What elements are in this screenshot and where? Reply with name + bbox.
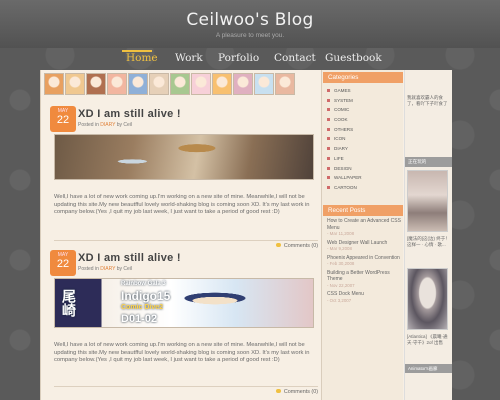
by-label: by [116, 266, 123, 272]
recent-post-date: - Nov 22,2007 [327, 282, 355, 288]
nav-work[interactable]: Work [175, 52, 203, 64]
comments-link[interactable]: Comments (0) [276, 389, 318, 395]
avatar-strip [44, 73, 295, 95]
game-image-2[interactable] [407, 268, 448, 330]
animator-gallery-heading: Animator's画廊 [405, 364, 452, 373]
recent-posts-heading: Recent Posts [323, 205, 403, 216]
avatar-thumbnail[interactable] [128, 73, 148, 95]
game-caption-1[interactable]: [魔法的]这(边) 终于！这样一 · 心情 · 歌... [407, 236, 450, 248]
posted-in-label: Posted in [78, 266, 99, 272]
avatar-thumbnail[interactable] [275, 73, 295, 95]
recent-post-item: CSS Dock Menu - Oct 3,2007 [327, 291, 401, 303]
by-label: by [116, 122, 123, 128]
category-link[interactable]: DESIGN [327, 164, 401, 174]
image-text-code: D01-02 [121, 313, 158, 325]
posted-in-label: Posted in [78, 122, 99, 128]
image-text-big: Indigo15 [121, 289, 171, 303]
category-link[interactable]: COMIC [327, 105, 401, 115]
date-badge: MAY 22 [50, 250, 76, 276]
category-link[interactable]: DIARY [327, 144, 401, 154]
avatar-thumbnail[interactable] [170, 73, 190, 95]
avatar-thumbnail[interactable] [149, 73, 169, 95]
category-link[interactable]: WALLPAPER [327, 173, 401, 183]
post-image[interactable] [54, 134, 314, 180]
site-header: Ceilwoo's Blog A pleasure to meet you. [0, 0, 500, 48]
recent-post-item: Web Designer Wall Launch - Mar 9,2008 [327, 240, 401, 252]
sidebar2-top-text: 我就喜欢霸人的食了，看吖下子吖食了 [407, 95, 448, 106]
post-body: Well,I have a lot of new work coming up.… [54, 342, 310, 363]
recent-post-item: Phoenix Appeared in Convention - Feb 30,2… [327, 255, 401, 267]
avatar-thumbnail[interactable] [86, 73, 106, 95]
post-title[interactable]: XD I am still alive ! [78, 252, 181, 264]
category-link[interactable]: LIFE [327, 154, 401, 164]
blog-subtitle: A pleasure to meet you. [215, 32, 285, 39]
post-footer: Comments (0) [54, 386, 318, 395]
recent-posts-list: How to Create an Advanced CSS Menu - Mar … [327, 218, 401, 306]
avatar-thumbnail[interactable] [233, 73, 253, 95]
post-body: Well,I have a lot of new work coming up.… [54, 194, 310, 215]
category-link[interactable]: GAMES [327, 86, 401, 96]
post-category-link[interactable]: DIARY [100, 122, 115, 128]
image-text-left: 尾崎 [61, 289, 77, 317]
sidebar-secondary [404, 70, 452, 400]
post-title[interactable]: XD I am still alive ! [78, 108, 181, 120]
recent-post-link[interactable]: How to Create an Advanced CSS Menu [327, 218, 401, 231]
category-link[interactable]: CARTOON [327, 183, 401, 193]
post-category-link[interactable]: DIARY [100, 266, 115, 272]
date-badge: MAY 22 [50, 106, 76, 132]
avatar-thumbnail[interactable] [212, 73, 232, 95]
post-author[interactable]: Ceil [123, 122, 132, 128]
date-day: 22 [56, 114, 70, 126]
post-footer: Comments (0) [54, 240, 318, 249]
now-playing-heading: 正在玩的 [405, 157, 452, 167]
avatar-thumbnail[interactable] [191, 73, 211, 95]
recent-post-date: - Mar 9,2008 [327, 246, 352, 251]
nav-contact[interactable]: Contact [274, 52, 316, 64]
category-link[interactable]: COOK [327, 115, 401, 125]
recent-post-date: - Oct 3,2007 [327, 297, 352, 303]
recent-post-item: Building a Better WordPress Theme - Nov 2… [327, 270, 401, 289]
category-link[interactable]: SYSTEM [327, 96, 401, 106]
main-nav: Home Work Porfolio Contact Guestbook [0, 50, 500, 68]
nav-guestbook[interactable]: Guestbook [325, 52, 382, 64]
category-list: GAMES SYSTEM COMIC COOK OTHERS ICON DIARY LIFE D… [327, 86, 401, 193]
categories-heading: Categories [323, 72, 403, 83]
category-link[interactable]: OTHERS [327, 125, 401, 135]
avatar-thumbnail[interactable] [65, 73, 85, 95]
recent-post-date: - Feb 30,2008 [327, 261, 355, 266]
date-day: 22 [56, 258, 70, 270]
post-image[interactable]: 尾崎 Rainbow Gala 3 Indigo15 Comic Dive2 D… [54, 278, 314, 328]
nav-home[interactable]: Home [126, 52, 158, 64]
recent-post-date: - Mar 11,2008 [327, 231, 355, 236]
nav-porfolio[interactable]: Porfolio [218, 52, 259, 64]
comments-link[interactable]: Comments (0) [276, 243, 318, 249]
recent-post-link[interactable]: Building a Better WordPress Theme [327, 270, 401, 283]
category-link[interactable]: ICON [327, 134, 401, 144]
avatar-thumbnail[interactable] [254, 73, 274, 95]
post-author[interactable]: Ceil [123, 266, 132, 272]
avatar-thumbnail[interactable] [44, 73, 64, 95]
recent-post-item: How to Create an Advanced CSS Menu - Mar … [327, 218, 401, 237]
game-image-1[interactable] [407, 170, 448, 232]
avatar-thumbnail[interactable] [107, 73, 127, 95]
blog-title[interactable]: Ceilwoo's Blog [0, 10, 500, 30]
post-meta: Posted in DIARY by Ceil [78, 122, 132, 128]
post-meta: Posted in DIARY by Ceil [78, 266, 132, 272]
game-caption-2[interactable]: [Atlantica] 《晨曦·通天·守千》2of 出售 [407, 334, 450, 346]
image-text-small: Comic Dive2 [121, 304, 164, 311]
image-text-top: Rainbow Gala 3 [121, 281, 166, 287]
